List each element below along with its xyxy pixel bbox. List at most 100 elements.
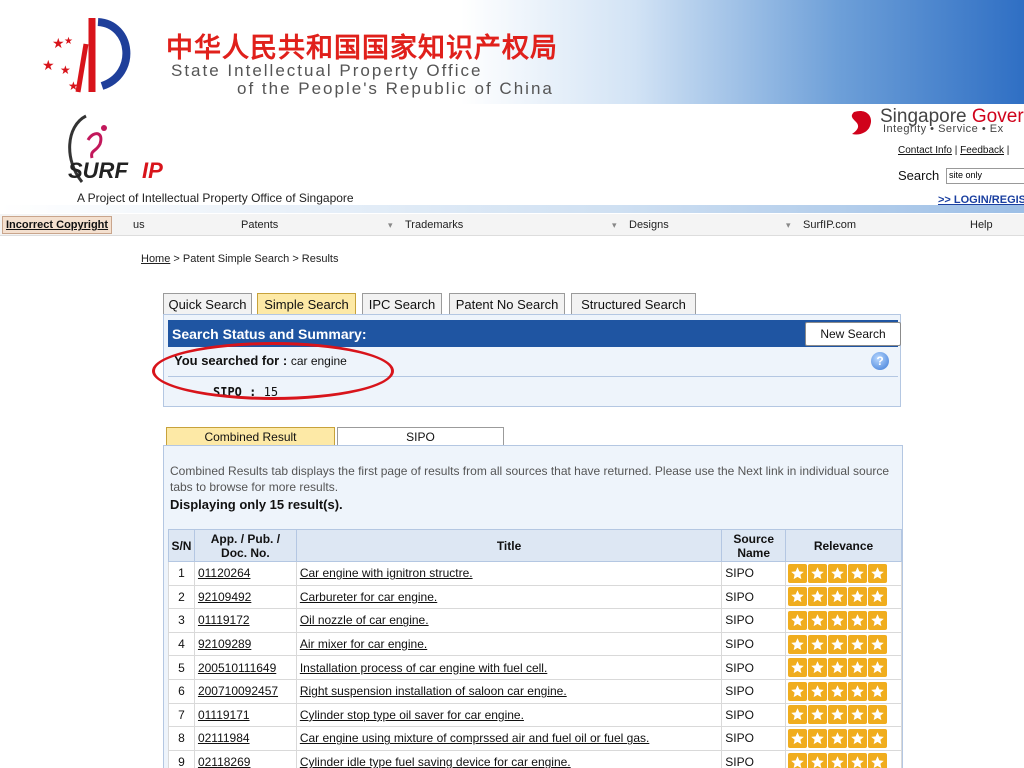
relevance-star-icon — [868, 728, 888, 748]
link-separator: | — [954, 145, 958, 156]
relevance-star-icon — [788, 610, 808, 630]
row-sn: 3 — [168, 608, 195, 633]
col-header-relevance: Relevance — [785, 529, 902, 562]
row-sn: 2 — [168, 584, 195, 610]
relevance-star-icon — [868, 563, 888, 583]
feedback-link[interactable]: Feedback — [960, 145, 1004, 156]
site-search-select[interactable]: site only — [946, 168, 1024, 184]
row-title-link[interactable]: Carbureter for car engine. — [295, 584, 723, 610]
row-sn: 7 — [168, 702, 195, 728]
svg-text:★: ★ — [64, 36, 73, 47]
row-source: SIPO — [721, 726, 787, 751]
row-relevance — [785, 561, 902, 586]
relevance-star-icon — [848, 610, 868, 630]
relevance-star-icon — [828, 752, 848, 768]
relevance-star-icon — [828, 681, 848, 701]
row-sn: 9 — [168, 749, 195, 768]
sipo-en-title-line2: of the People's Republic of China — [237, 79, 554, 98]
col-header-title: Title — [295, 529, 723, 562]
row-relevance — [785, 702, 902, 728]
row-title-link[interactable]: Right suspension installation of saloon … — [295, 678, 723, 704]
nav-item-help[interactable]: Help — [970, 219, 993, 231]
row-title-link[interactable]: Installation process of car engine with … — [295, 655, 723, 680]
help-icon[interactable]: ? — [871, 352, 889, 370]
tab-sipo-result[interactable]: SIPO — [337, 427, 504, 446]
row-title-link[interactable]: Oil nozzle of car engine. — [295, 608, 723, 633]
svg-text:★: ★ — [42, 57, 55, 73]
table-row: 5 200510111649 Installation process of car… — [168, 655, 902, 680]
row-doc-no-link[interactable]: 01119172 — [193, 608, 297, 633]
results-note: Combined Results tab displays the first … — [170, 464, 890, 494]
row-sn: 8 — [168, 726, 195, 751]
relevance-star-icon — [828, 658, 848, 678]
table-row: 3 01119172 Oil nozzle of car engine. SIPO — [168, 608, 902, 633]
relevance-star-icon — [788, 634, 808, 654]
svg-text:IP: IP — [142, 158, 163, 183]
nav-item-designs[interactable]: Designs — [629, 219, 669, 231]
relevance-star-icon — [868, 634, 888, 654]
relevance-star-icon — [808, 752, 828, 768]
row-relevance — [785, 608, 902, 633]
row-relevance — [785, 749, 902, 768]
row-source: SIPO — [721, 631, 787, 657]
row-doc-no-link[interactable]: 01119171 — [193, 702, 297, 728]
nav-divider — [0, 205, 1024, 213]
nav-item-trademarks[interactable]: Trademarks — [405, 219, 463, 231]
row-source: SIPO — [721, 749, 787, 768]
col-header-source: Source Name — [721, 529, 787, 562]
tab-ipc-search[interactable]: IPC Search — [362, 293, 442, 315]
gov-links: Contact Info | Feedback | — [898, 145, 1009, 156]
row-doc-no-link[interactable]: 02118269 — [193, 749, 297, 768]
results-table: S/N App. / Pub. / Doc. No. Title Source … — [168, 529, 902, 768]
tab-simple-search[interactable]: Simple Search — [257, 293, 356, 315]
row-relevance — [785, 726, 902, 751]
breadcrumb-trail: > Patent Simple Search > Results — [170, 253, 339, 265]
row-doc-no-link[interactable]: 01120264 — [193, 561, 297, 586]
tab-quick-search[interactable]: Quick Search — [163, 293, 252, 315]
row-source: SIPO — [721, 655, 787, 680]
nav-item-surfip[interactable]: SurfIP.com — [803, 219, 856, 231]
relevance-star-icon — [828, 587, 848, 607]
relevance-star-icon — [808, 610, 828, 630]
table-row: 9 02118269 Cylinder idle type fuel saving … — [168, 749, 902, 768]
row-title-link[interactable]: Cylinder idle type fuel saving device fo… — [295, 749, 723, 768]
nav-item-patents[interactable]: Patents — [241, 219, 278, 231]
new-search-button[interactable]: New Search — [805, 322, 901, 346]
table-row: 7 01119171 Cylinder stop type oil saver fo… — [168, 702, 902, 728]
relevance-star-icon — [788, 587, 808, 607]
tab-combined-result[interactable]: Combined Result — [166, 427, 335, 446]
dropdown-arrow-icon: ▾ — [786, 220, 791, 230]
row-relevance — [785, 631, 902, 657]
relevance-star-icon — [848, 587, 868, 607]
summary-title: Search Status and Summary: — [172, 326, 367, 342]
relevance-star-icon — [808, 681, 828, 701]
dropdown-arrow-icon: ▾ — [388, 220, 393, 230]
breadcrumb-home-link[interactable]: Home — [141, 253, 170, 265]
row-doc-no-link[interactable]: 92109492 — [193, 584, 297, 610]
row-doc-no-link[interactable]: 02111984 — [193, 726, 297, 751]
relevance-star-icon — [788, 752, 808, 768]
relevance-star-icon — [848, 681, 868, 701]
nav-item-about-us[interactable]: us — [133, 219, 145, 231]
incorrect-copyright-link[interactable]: Incorrect Copyright — [2, 216, 113, 234]
row-doc-no-link[interactable]: 200710092457 — [193, 678, 297, 704]
row-source: SIPO — [721, 561, 787, 586]
tab-patent-no-search[interactable]: Patent No Search — [449, 293, 565, 315]
row-title-link[interactable]: Car engine using mixture of comprssed ai… — [295, 726, 723, 751]
contact-info-link[interactable]: Contact Info — [898, 145, 952, 156]
tab-structured-search[interactable]: Structured Search — [571, 293, 696, 315]
relevance-star-icon — [848, 752, 868, 768]
row-doc-no-link[interactable]: 200510111649 — [193, 655, 297, 680]
relevance-star-icon — [868, 658, 888, 678]
row-title-link[interactable]: Air mixer for car engine. — [295, 631, 723, 657]
row-doc-no-link[interactable]: 92109289 — [193, 631, 297, 657]
surfip-logo[interactable]: SURF IP — [60, 110, 210, 190]
site-search-label: Search — [898, 168, 940, 183]
sipo-logo: ★ ★ ★ ★ ★ — [42, 18, 131, 93]
surfip-subtitle: A Project of Intellectual Property Offic… — [77, 191, 354, 205]
svg-text:SURF: SURF — [68, 158, 128, 183]
results-panel: Combined Results tab displays the first … — [163, 445, 903, 768]
relevance-star-icon — [868, 681, 888, 701]
row-title-link[interactable]: Car engine with ignitron structre. — [295, 561, 723, 586]
row-title-link[interactable]: Cylinder stop type oil saver for car eng… — [295, 702, 723, 728]
